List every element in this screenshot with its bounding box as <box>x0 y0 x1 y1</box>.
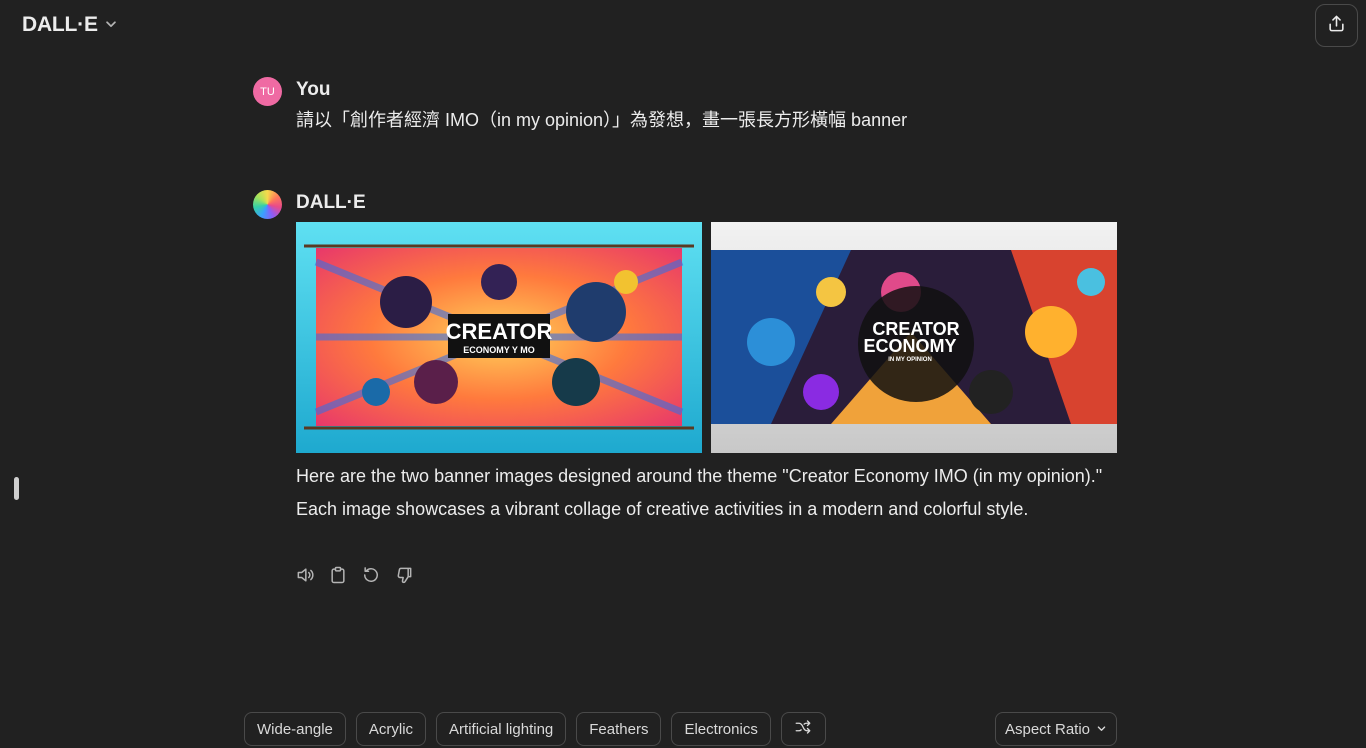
generated-image-1[interactable]: CREATOR ECONOMY Y MO <box>296 222 702 453</box>
read-aloud-button[interactable] <box>295 567 315 587</box>
chevron-down-icon <box>1096 721 1107 738</box>
sidebar-toggle-handle[interactable] <box>14 477 19 500</box>
chat-app: DALL·E TU You 請以「創作者經濟 IMO（in my opinion… <box>0 0 1366 748</box>
image-1-title: CREATOR <box>446 319 553 344</box>
chip-feathers[interactable]: Feathers <box>576 712 662 746</box>
user-sender-name: You <box>296 79 331 100</box>
regenerate-icon <box>361 565 381 590</box>
aspect-ratio-label: Aspect Ratio <box>1004 720 1091 738</box>
regenerate-button[interactable] <box>361 565 381 590</box>
chevron-down-icon <box>104 13 118 37</box>
dalle-avatar <box>253 190 282 219</box>
copy-button[interactable] <box>328 565 348 590</box>
clipboard-icon <box>328 565 348 590</box>
share-icon <box>1327 14 1346 38</box>
chip-wide-angle[interactable]: Wide-angle <box>244 712 346 746</box>
style-suggestions: Wide-angle Acrylic Artificial lighting F… <box>244 712 826 746</box>
chip-electronics[interactable]: Electronics <box>671 712 771 746</box>
assistant-message-text: Here are the two banner images designed … <box>296 466 1103 519</box>
shuffle-button[interactable] <box>780 712 826 746</box>
shuffle-icon <box>794 718 812 740</box>
image-2-subtitle: IN MY OPINION <box>888 357 932 363</box>
model-selector[interactable]: DALL·E <box>22 13 118 37</box>
thumbs-down-icon <box>394 565 414 590</box>
speaker-icon <box>295 565 315 590</box>
image-1-subtitle: ECONOMY Y MO <box>463 345 535 355</box>
chip-acrylic[interactable]: Acrylic <box>355 712 427 746</box>
chip-artificial-lighting[interactable]: Artificial lighting <box>436 712 567 746</box>
model-name: DALL·E <box>22 13 98 36</box>
aspect-ratio-dropdown[interactable]: Aspect Ratio <box>995 712 1117 746</box>
image-2-title-line2: ECONOMY <box>863 336 956 356</box>
assistant-sender-name: DALL·E <box>296 192 366 213</box>
generated-image-2[interactable]: CREATOR ECONOMY IN MY OPINION <box>711 222 1117 453</box>
user-avatar: TU <box>253 77 282 106</box>
share-button[interactable] <box>1315 4 1358 47</box>
user-message-text: 請以「創作者經濟 IMO（in my opinion）」為發想，畫一張長方形橫幅… <box>296 110 908 130</box>
bad-response-button[interactable] <box>394 567 414 587</box>
message-actions <box>295 565 414 590</box>
